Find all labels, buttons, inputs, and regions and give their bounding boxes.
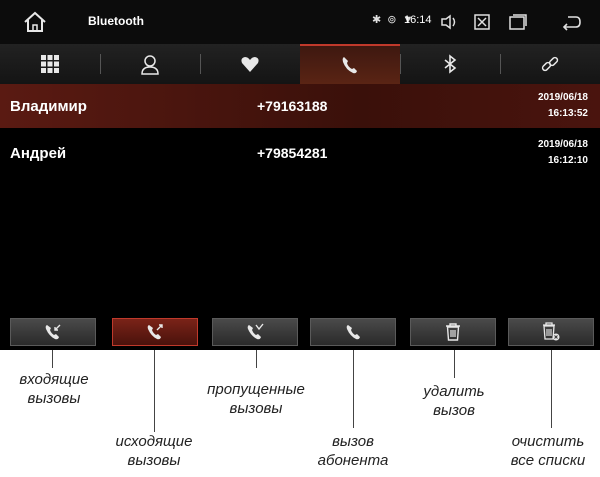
head-unit-screen: Bluetooth ✱ ⊚ ▼ 16:14 Владимир +79163188… <box>0 0 600 350</box>
call-timestamp: 2019/06/18 16:12:10 <box>538 137 588 169</box>
incoming-calls-icon <box>45 324 61 340</box>
label-line: пропущенные <box>207 381 305 398</box>
contacts-icon <box>141 55 159 75</box>
label-line: вызов <box>433 402 475 419</box>
callout-line <box>353 350 354 428</box>
label-line: исходящие <box>115 433 193 450</box>
callout-line <box>256 350 257 368</box>
phone-number: +79854281 <box>257 145 328 161</box>
back-arrow-icon[interactable] <box>560 11 582 33</box>
favorites-heart-icon <box>241 57 259 72</box>
tab-bar <box>0 44 600 84</box>
label-line: вызовы <box>229 400 283 417</box>
home-icon[interactable] <box>22 9 48 35</box>
tab-dialpad[interactable] <box>0 44 100 84</box>
dialpad-icon <box>41 55 59 73</box>
label-line: все списки <box>510 452 586 469</box>
call-log-icon <box>342 57 357 74</box>
missed-calls-icon <box>247 323 264 340</box>
tab-favorites[interactable] <box>200 44 300 84</box>
outgoing-calls-icon <box>147 324 163 340</box>
callout-line <box>551 350 552 428</box>
label-line: вызовы <box>127 452 181 469</box>
call-time: 16:13:52 <box>547 108 588 119</box>
label-line: входящие <box>19 371 89 388</box>
status-time: 16:14 <box>404 14 432 26</box>
label-line: вызов <box>332 433 374 450</box>
label-line: вызовы <box>27 390 81 407</box>
clear-all-icon <box>543 322 560 341</box>
tab-contacts[interactable] <box>100 44 200 84</box>
call-contact-button[interactable] <box>310 318 396 346</box>
tab-link[interactable] <box>500 44 600 84</box>
location-icon: ⊚ <box>387 14 397 26</box>
contact-name: Владимир <box>10 98 87 115</box>
label-line: удалить <box>423 383 485 400</box>
call-date: 2019/06/18 <box>537 92 588 103</box>
link-icon <box>541 56 559 72</box>
callout-line <box>52 350 53 368</box>
tab-bluetooth[interactable] <box>400 44 500 84</box>
status-bar: Bluetooth ✱ ⊚ ▼ 16:14 <box>0 0 600 44</box>
delete-call-button[interactable] <box>410 318 496 346</box>
outgoing-calls-button[interactable] <box>112 318 198 346</box>
volume-icon[interactable] <box>438 11 460 33</box>
bluetooth-icon: ✱ <box>372 14 382 26</box>
label-missed-calls: пропущенные вызовы <box>186 380 326 418</box>
call-row[interactable]: Владимир +79163188 2019/06/18 16:13:52 <box>0 84 600 128</box>
windows-icon[interactable] <box>507 11 529 33</box>
callout-line <box>454 350 455 378</box>
call-time: 16:12:10 <box>547 155 588 166</box>
app-title: Bluetooth <box>88 14 144 28</box>
call-row[interactable]: Андрей +79854281 2019/06/18 16:12:10 <box>0 131 600 175</box>
incoming-calls-button[interactable] <box>10 318 96 346</box>
missed-calls-button[interactable] <box>212 318 298 346</box>
call-timestamp: 2019/06/18 16:13:52 <box>538 90 588 122</box>
close-box-icon[interactable] <box>471 11 493 33</box>
clear-all-button[interactable] <box>508 318 594 346</box>
call-toolbar <box>0 316 600 350</box>
label-outgoing-calls: исходящие вызовы <box>96 432 212 470</box>
label-clear-all: очистить все списки <box>498 432 598 470</box>
delete-call-icon <box>446 323 460 341</box>
label-line: очистить <box>511 433 585 450</box>
bluetooth-icon <box>444 54 457 74</box>
label-delete-call: удалить вызов <box>404 382 504 420</box>
annotations: входящие вызовы исходящие вызовы пропуще… <box>0 350 600 477</box>
label-call-contact: вызов абонента <box>304 432 402 470</box>
label-incoming-calls: входящие вызовы <box>0 370 108 408</box>
call-date: 2019/06/18 <box>537 139 588 150</box>
tab-call-log[interactable] <box>300 44 400 84</box>
callout-line <box>154 350 155 432</box>
call-contact-icon <box>346 325 360 340</box>
label-line: абонента <box>317 452 389 469</box>
contact-name: Андрей <box>10 145 67 162</box>
phone-number: +79163188 <box>257 98 328 114</box>
